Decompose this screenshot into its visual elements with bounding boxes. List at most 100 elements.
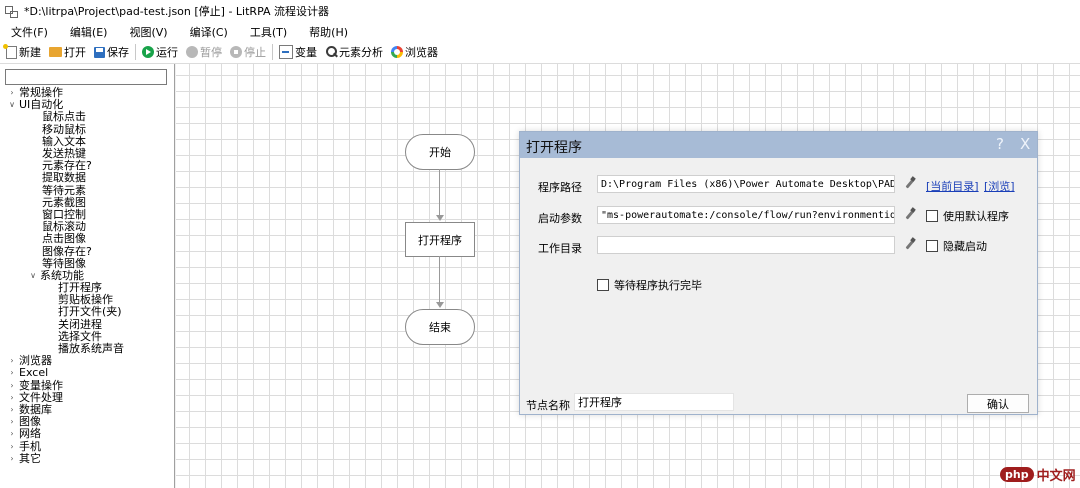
use-default-checkbox[interactable] xyxy=(926,210,938,222)
hide-start-checkbox-row[interactable]: 隐藏启动 xyxy=(926,238,987,254)
tree-item[interactable]: 元素截图 xyxy=(0,196,174,209)
dialog-title: 打开程序 xyxy=(526,140,582,156)
tree-item[interactable]: › 手机 xyxy=(0,440,174,452)
title-bar: *D:\litrpa\Project\pad-test.json [停止] - … xyxy=(0,0,1080,22)
tree-item[interactable]: ∨ UI自动化 xyxy=(0,99,174,111)
activity-sidebar: › 常规操作 ∨ UI自动化 鼠标点击 移动鼠标 输入文本 发送热键 元素存在? 提取数据 等待元素… xyxy=(0,64,175,488)
element-analysis-label: 元素分析 xyxy=(339,46,383,59)
tree-item[interactable]: 打开文件(夹) xyxy=(0,306,174,318)
activity-tree: › 常规操作 ∨ UI自动化 鼠标点击 移动鼠标 输入文本 发送热键 元素存在? 提取数据 等待元素… xyxy=(0,87,174,465)
chevron-right-icon[interactable]: › xyxy=(7,416,17,428)
tree-item[interactable]: 图像存在? xyxy=(0,245,174,257)
chevron-right-icon[interactable]: › xyxy=(7,404,17,416)
tree-item-label: 文件处理 xyxy=(19,390,63,404)
browser-icon xyxy=(391,46,403,58)
chevron-down-icon[interactable]: ∨ xyxy=(7,99,17,111)
current-directory-link[interactable]: [当前目录] xyxy=(926,178,979,194)
confirm-button[interactable]: 确认 xyxy=(967,394,1029,413)
node-name-label: 节点名称 xyxy=(526,399,570,412)
tree-item[interactable]: 输入文本 xyxy=(0,135,174,148)
open-button[interactable]: 打开 xyxy=(45,42,90,62)
new-button-label: 新建 xyxy=(19,46,41,59)
tree-item[interactable]: 等待元素 xyxy=(0,183,174,197)
menu-edit[interactable]: 编辑(E) xyxy=(59,24,119,40)
tree-item[interactable]: › 其它 xyxy=(0,452,174,465)
browse-link[interactable]: [浏览] xyxy=(984,178,1015,194)
hide-start-checkbox[interactable] xyxy=(926,240,938,252)
chevron-right-icon[interactable]: › xyxy=(7,428,17,440)
variables-button[interactable]: 变量 xyxy=(275,42,321,62)
search-input[interactable] xyxy=(5,69,167,85)
run-button[interactable]: 运行 xyxy=(138,42,182,62)
wait-complete-checkbox[interactable] xyxy=(597,279,609,291)
chevron-right-icon[interactable]: › xyxy=(7,380,17,392)
flow-start-node[interactable]: 开始 xyxy=(405,134,475,170)
help-icon[interactable]: ? xyxy=(996,135,1004,153)
tree-item[interactable]: 点击图像 xyxy=(0,233,174,245)
tree-item[interactable]: 提取数据 xyxy=(0,172,174,184)
tree-item[interactable]: › 网络 xyxy=(0,428,174,440)
tree-item[interactable]: 等待图像 xyxy=(0,256,174,270)
tree-item-label: 等待元素 xyxy=(42,183,86,197)
menu-help[interactable]: 帮助(H) xyxy=(298,24,359,40)
pause-button-label: 暂停 xyxy=(200,46,222,59)
tree-item-label: 点击图像 xyxy=(42,232,86,246)
menu-file[interactable]: 文件(F) xyxy=(0,24,59,40)
save-button-label: 保存 xyxy=(107,46,129,59)
chevron-right-icon[interactable]: › xyxy=(7,355,17,367)
open-folder-icon xyxy=(49,47,62,57)
args-input[interactable]: "ms-powerautomate:/console/flow/run?envi… xyxy=(597,206,895,224)
tree-item-label: 提取数据 xyxy=(42,171,86,185)
save-button[interactable]: 保存 xyxy=(90,42,133,62)
element-picker-icon[interactable] xyxy=(903,208,917,222)
workdir-input[interactable] xyxy=(597,236,895,254)
toolbar: 新建 打开 保存 运行 暂停 停止 变量 元素分析 浏览器 xyxy=(0,41,1080,64)
variables-icon xyxy=(279,45,293,59)
pause-button[interactable]: 暂停 xyxy=(182,42,226,62)
wait-complete-checkbox-row[interactable]: 等待程序执行完毕 xyxy=(597,277,702,293)
browser-button[interactable]: 浏览器 xyxy=(387,42,442,62)
menu-compile[interactable]: 编译(C) xyxy=(179,24,239,40)
node-name-input[interactable]: 打开程序 xyxy=(574,393,734,411)
new-button[interactable]: 新建 xyxy=(0,42,45,62)
tree-item[interactable]: 移动鼠标 xyxy=(0,123,174,136)
close-icon[interactable]: X xyxy=(1020,135,1030,153)
menu-tools[interactable]: 工具(T) xyxy=(239,24,298,40)
tree-item-label: 浏览器 xyxy=(19,354,52,368)
open-button-label: 打开 xyxy=(64,46,86,59)
tree-item-label: 数据库 xyxy=(19,402,52,416)
tree-item[interactable]: › 变量操作 xyxy=(0,379,174,392)
tree-item[interactable]: 鼠标滚动 xyxy=(0,221,174,233)
element-picker-icon[interactable] xyxy=(903,177,917,191)
element-picker-icon[interactable] xyxy=(903,238,917,252)
tree-item-label: 等待图像 xyxy=(42,256,86,270)
stop-button-label: 停止 xyxy=(244,46,266,59)
tree-item[interactable]: 窗口控制 xyxy=(0,208,174,221)
tree-item[interactable]: 关闭进程 xyxy=(0,318,174,331)
flow-connector xyxy=(439,169,440,215)
open-program-dialog: 打开程序 ? X 程序路径 D:\Program Files (x86)\Pow… xyxy=(519,131,1038,415)
watermark-logo: php 中文网 xyxy=(1000,463,1078,485)
chevron-down-icon[interactable]: ∨ xyxy=(28,270,38,282)
new-file-icon xyxy=(3,43,17,59)
chevron-right-icon[interactable]: › xyxy=(7,392,17,404)
tree-item-label: 鼠标点击 xyxy=(42,110,86,124)
stop-button[interactable]: 停止 xyxy=(226,42,270,62)
args-label: 启动参数 xyxy=(538,212,582,225)
chevron-right-icon[interactable]: › xyxy=(7,87,17,99)
tree-item[interactable]: 元素存在? xyxy=(0,160,174,172)
flow-process-node[interactable]: 打开程序 xyxy=(405,222,475,257)
tree-item[interactable]: › Excel xyxy=(0,367,174,379)
menu-view[interactable]: 视图(V) xyxy=(118,24,178,40)
save-icon xyxy=(94,46,105,58)
app-icon xyxy=(4,4,18,18)
window-title: *D:\litrpa\Project\pad-test.json [停止] - … xyxy=(24,5,330,18)
program-path-input[interactable]: D:\Program Files (x86)\Power Automate De… xyxy=(597,175,895,193)
use-default-checkbox-row[interactable]: 使用默认程序 xyxy=(926,208,1009,224)
flow-end-node[interactable]: 结束 xyxy=(405,309,475,345)
tree-item[interactable]: 鼠标点击 xyxy=(0,111,174,123)
chevron-right-icon[interactable]: › xyxy=(7,367,17,379)
chevron-right-icon[interactable]: › xyxy=(7,453,17,465)
chevron-right-icon[interactable]: › xyxy=(7,441,17,453)
element-analysis-button[interactable]: 元素分析 xyxy=(321,42,387,62)
